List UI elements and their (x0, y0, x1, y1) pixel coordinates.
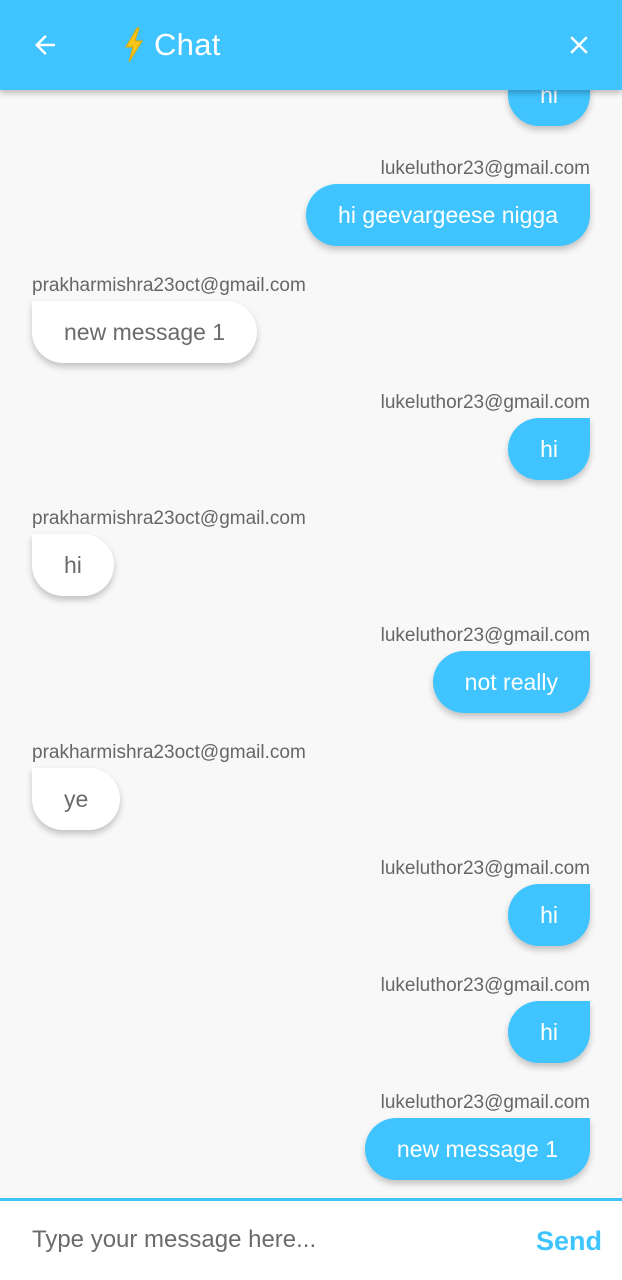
close-button[interactable] (556, 22, 602, 68)
message-sender: lukeluthor23@gmail.com (380, 858, 590, 879)
chat-screen: hi lukeluthor23@gmail.com hi geevargeese… (0, 0, 622, 1280)
message-item: lukeluthor23@gmail.com new message 1 (32, 1091, 590, 1180)
app-title-text: Chat (154, 27, 221, 62)
message-bubble: ye (32, 768, 121, 830)
message-item: prakharmishra23oct@gmail.com hi (32, 507, 590, 596)
app-bar: Chat (0, 0, 622, 90)
lightning-bolt-icon (120, 26, 148, 64)
message-sender: lukeluthor23@gmail.com (380, 625, 590, 646)
message-item: lukeluthor23@gmail.com hi (32, 974, 590, 1063)
message-sender: lukeluthor23@gmail.com (380, 1092, 590, 1113)
message-bubble: hi geevargeese nigga (306, 184, 590, 246)
message-bubble: new message 1 (32, 301, 258, 363)
message-item: lukeluthor23@gmail.com hi (32, 391, 590, 480)
message-sender: prakharmishra23oct@gmail.com (32, 508, 306, 529)
arrow-back-icon (35, 35, 55, 55)
message-sender: lukeluthor23@gmail.com (380, 392, 590, 413)
message-item: lukeluthor23@gmail.com not really (32, 624, 590, 713)
message-item: lukeluthor23@gmail.com hi geevargeese ni… (32, 157, 590, 246)
message-bubble: hi (508, 1001, 590, 1063)
message-sender: prakharmishra23oct@gmail.com (32, 742, 306, 763)
message-sender: lukeluthor23@gmail.com (380, 975, 590, 996)
message-item: prakharmishra23oct@gmail.com new message… (32, 274, 590, 363)
message-list[interactable]: hi lukeluthor23@gmail.com hi geevargeese… (0, 0, 622, 1198)
message-item: lukeluthor23@gmail.com hi (32, 857, 590, 946)
message-bubble: hi (32, 534, 114, 596)
message-input[interactable] (32, 1221, 492, 1259)
message-item: prakharmishra23oct@gmail.com ye (32, 741, 590, 830)
message-sender: lukeluthor23@gmail.com (380, 158, 590, 179)
back-button[interactable] (22, 22, 68, 68)
send-button[interactable]: Send (536, 1221, 602, 1261)
message-sender: prakharmishra23oct@gmail.com (32, 275, 306, 296)
message-bubble: hi (508, 418, 590, 480)
message-bubble: new message 1 (364, 1118, 590, 1180)
app-title: Chat (120, 24, 221, 66)
message-bubble: hi (508, 884, 590, 946)
close-icon (570, 36, 588, 54)
message-bubble: not really (432, 651, 590, 713)
message-composer: Send (0, 1198, 622, 1280)
